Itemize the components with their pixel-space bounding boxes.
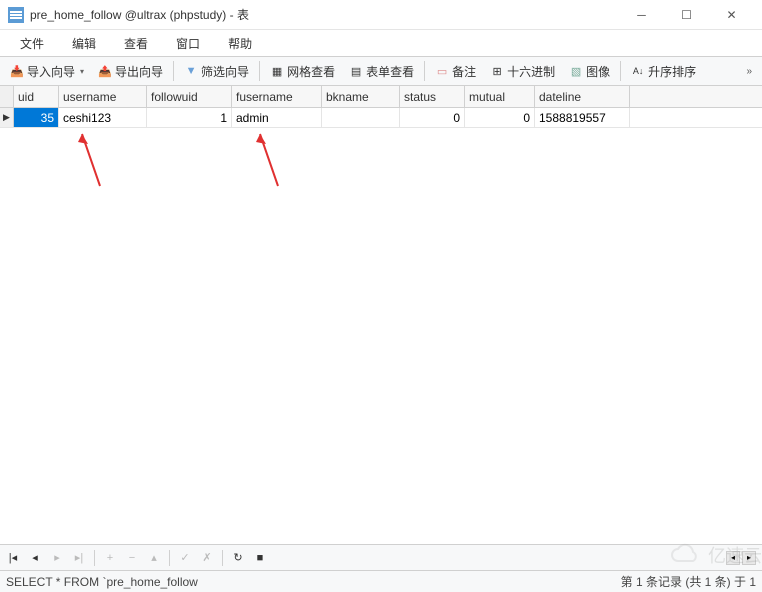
menu-view[interactable]: 查看 xyxy=(110,31,162,56)
col-status[interactable]: status xyxy=(400,86,465,107)
col-username[interactable]: username xyxy=(59,86,147,107)
export-icon: 📤 xyxy=(98,64,112,78)
image-label: 图像 xyxy=(586,63,610,80)
grid-header: uid username followuid fusername bkname … xyxy=(0,86,762,108)
menu-file[interactable]: 文件 xyxy=(6,31,58,56)
cell-username[interactable]: ceshi123 xyxy=(59,108,147,127)
hex-label: 十六进制 xyxy=(507,63,555,80)
memo-label: 备注 xyxy=(452,63,476,80)
nav-add[interactable]: + xyxy=(103,552,117,564)
nav-next[interactable]: ▸ xyxy=(50,551,64,564)
status-sql: SELECT * FROM `pre_home_follow xyxy=(6,575,621,589)
maximize-button[interactable]: ☐ xyxy=(664,0,709,30)
nav-cancel[interactable]: ✗ xyxy=(200,551,214,564)
menu-help[interactable]: 帮助 xyxy=(214,31,266,56)
title-bar: pre_home_follow @ultrax (phpstudy) - 表 ─… xyxy=(0,0,762,30)
form-icon: ▤ xyxy=(349,64,363,78)
gridview-label: 网格查看 xyxy=(287,63,335,80)
scroll-right-icon[interactable]: ▸ xyxy=(742,551,756,565)
export-wizard-button[interactable]: 📤导出向导 xyxy=(92,60,169,83)
annotation-arrow-2 xyxy=(248,126,288,199)
toolbar-overflow[interactable]: » xyxy=(740,63,758,80)
nav-stop[interactable]: ■ xyxy=(253,552,267,564)
status-bar: SELECT * FROM `pre_home_follow 第 1 条记录 (… xyxy=(0,570,762,592)
formview-label: 表单查看 xyxy=(366,63,414,80)
data-grid: uid username followuid fusername bkname … xyxy=(0,86,762,128)
nav-prev[interactable]: ◂ xyxy=(28,551,42,564)
minimize-button[interactable]: ─ xyxy=(619,0,664,30)
import-wizard-button[interactable]: 📥导入向导▾ xyxy=(4,60,90,83)
horizontal-scrollbar[interactable]: ◂ ▸ xyxy=(726,551,756,565)
annotation-arrow-1 xyxy=(70,126,110,199)
col-bkname[interactable]: bkname xyxy=(322,86,400,107)
hex-icon: ⊞ xyxy=(490,64,504,78)
memo-icon: ▭ xyxy=(435,64,449,78)
status-record: 第 1 条记录 (共 1 条) 于 1 xyxy=(621,573,756,590)
scroll-left-icon[interactable]: ◂ xyxy=(726,551,740,565)
nav-last[interactable]: ▸| xyxy=(72,551,86,564)
table-row[interactable]: ▶ 35 ceshi123 1 admin 0 0 1588819557 xyxy=(0,108,762,128)
filter-icon: ▼ xyxy=(184,64,198,78)
form-view-button[interactable]: ▤表单查看 xyxy=(343,60,420,83)
cell-dateline[interactable]: 1588819557 xyxy=(535,108,630,127)
grid-icon: ▦ xyxy=(270,64,284,78)
hex-button[interactable]: ⊞十六进制 xyxy=(484,60,561,83)
cell-status[interactable]: 0 xyxy=(400,108,465,127)
nav-delete[interactable]: − xyxy=(125,552,139,564)
import-icon: 📥 xyxy=(10,64,24,78)
filter-wizard-button[interactable]: ▼筛选向导 xyxy=(178,60,255,83)
record-navigator: |◂ ◂ ▸ ▸| + − ▴ ✓ ✗ ↻ ■ ◂ ▸ xyxy=(0,544,762,570)
filter-label: 筛选向导 xyxy=(201,63,249,80)
image-icon: ▧ xyxy=(569,64,583,78)
sort-label: 升序排序 xyxy=(648,63,696,80)
menu-bar: 文件 编辑 查看 窗口 帮助 xyxy=(0,30,762,56)
window-title: pre_home_follow @ultrax (phpstudy) - 表 xyxy=(30,6,619,23)
col-followuid[interactable]: followuid xyxy=(147,86,232,107)
app-icon xyxy=(8,7,24,23)
cell-uid[interactable]: 35 xyxy=(14,108,59,127)
nav-refresh[interactable]: ↻ xyxy=(231,551,245,564)
nav-first[interactable]: |◂ xyxy=(6,551,20,564)
col-fusername[interactable]: fusername xyxy=(232,86,322,107)
col-dateline[interactable]: dateline xyxy=(535,86,630,107)
row-header-corner xyxy=(0,86,14,107)
close-button[interactable]: ✕ xyxy=(709,0,754,30)
sort-icon: A↓ xyxy=(631,64,645,78)
toolbar: 📥导入向导▾ 📤导出向导 ▼筛选向导 ▦网格查看 ▤表单查看 ▭备注 ⊞十六进制… xyxy=(0,56,762,86)
cell-fusername[interactable]: admin xyxy=(232,108,322,127)
col-mutual[interactable]: mutual xyxy=(465,86,535,107)
export-label: 导出向导 xyxy=(115,63,163,80)
image-button[interactable]: ▧图像 xyxy=(563,60,616,83)
cell-followuid[interactable]: 1 xyxy=(147,108,232,127)
cell-bkname[interactable] xyxy=(322,108,400,127)
nav-edit[interactable]: ▴ xyxy=(147,551,161,564)
col-uid[interactable]: uid xyxy=(14,86,59,107)
grid-view-button[interactable]: ▦网格查看 xyxy=(264,60,341,83)
memo-button[interactable]: ▭备注 xyxy=(429,60,482,83)
menu-edit[interactable]: 编辑 xyxy=(58,31,110,56)
nav-apply[interactable]: ✓ xyxy=(178,551,192,564)
import-label: 导入向导 xyxy=(27,63,75,80)
row-indicator: ▶ xyxy=(0,108,14,127)
sort-asc-button[interactable]: A↓升序排序 xyxy=(625,60,702,83)
menu-window[interactable]: 窗口 xyxy=(162,31,214,56)
cell-mutual[interactable]: 0 xyxy=(465,108,535,127)
